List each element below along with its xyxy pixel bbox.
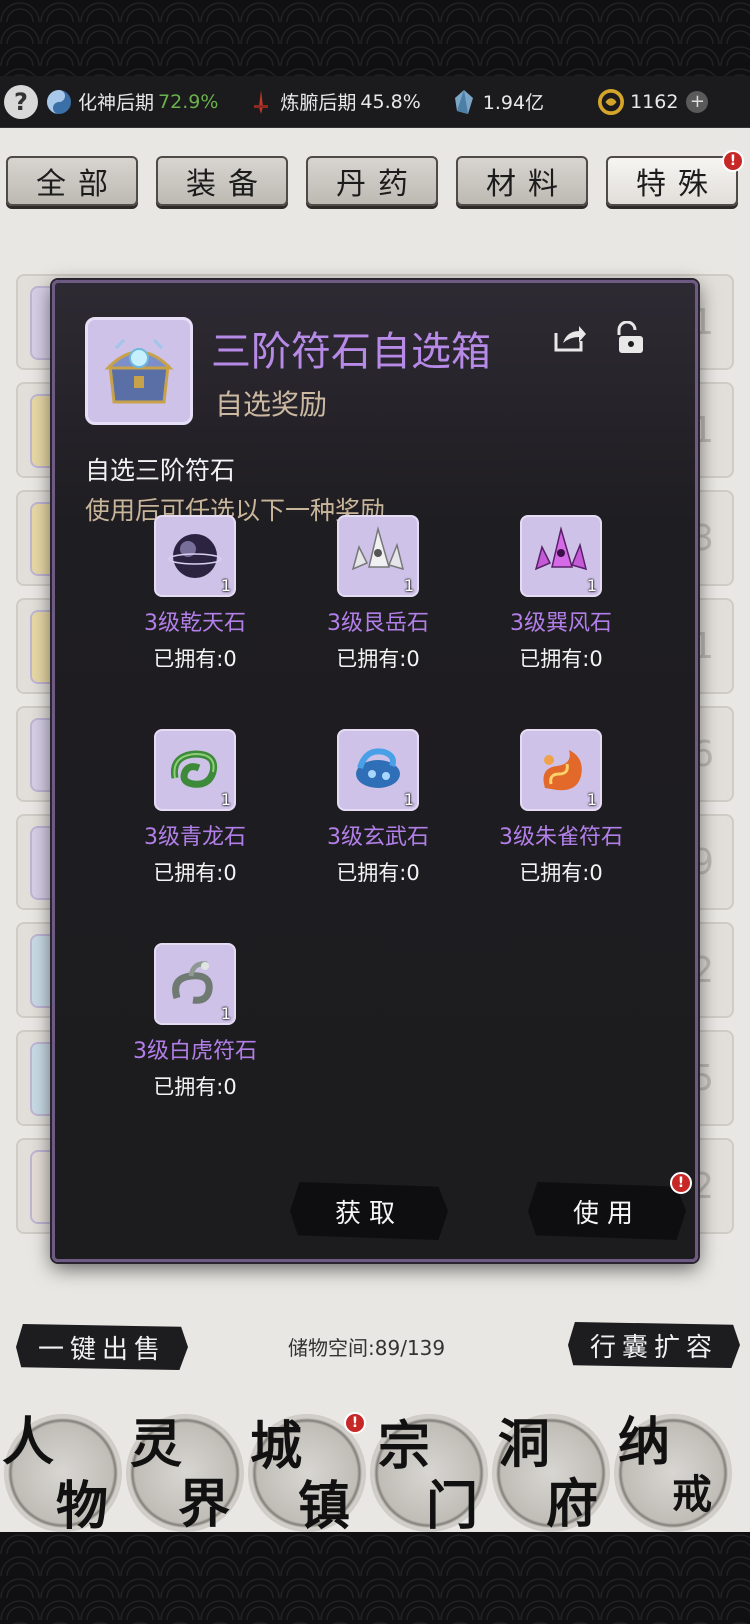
use-button[interactable]: 使用 (528, 1182, 686, 1240)
reward-owned: 已拥有:0 (153, 647, 237, 671)
reward-name: 3级青龙石 (144, 825, 246, 850)
add-gold-plus-icon[interactable]: + (686, 90, 709, 113)
gold-coin-icon (598, 88, 625, 115)
reward-name: 3级艮岳石 (327, 611, 429, 636)
nav-label-top: 洞 (498, 1414, 551, 1475)
yin-yang-icon (46, 89, 72, 115)
storage-capacity: 储物空间:89/139 (288, 1332, 445, 1361)
realm-progress-1: 化神后期 72.9% (46, 88, 218, 115)
nav-label-bottom: 界 (178, 1474, 231, 1535)
reward-owned: 已拥有:0 (519, 861, 603, 885)
xun-feng-stone-icon: 1 (520, 515, 602, 597)
reward-owned: 已拥有:0 (336, 647, 420, 671)
reward-owned: 已拥有:0 (153, 1075, 237, 1099)
nav-label-top: 人 (2, 1412, 55, 1473)
modal-title: 三阶符石自选箱 (211, 329, 491, 375)
white-tiger-stone-icon: 1 (154, 943, 236, 1025)
unlock-icon[interactable] (613, 320, 645, 359)
reward-option[interactable]: 1 3级乾天石 已拥有:0 (105, 515, 285, 673)
realm-name: 化神后期 (78, 92, 155, 114)
reward-option[interactable]: 1 3级朱雀符石 已拥有:0 (471, 729, 651, 887)
realm-percent: 45.8% (360, 90, 421, 113)
share-icon[interactable] (553, 323, 587, 357)
black-tortoise-stone-icon: 1 (337, 729, 419, 811)
nav-label-bottom: 门 (426, 1476, 479, 1537)
vermilion-bird-stone-icon: 1 (520, 729, 602, 811)
reward-name: 3级巽风石 (510, 611, 612, 636)
qian-tian-stone-icon: 1 (154, 515, 236, 597)
gen-yue-stone-icon: 1 (337, 515, 419, 597)
notification-badge: ! (722, 150, 744, 172)
nav-label-bottom: 镇 (298, 1476, 351, 1537)
inventory-tabs: 全部 装备 丹药 材料 特殊 (6, 156, 738, 206)
treasure-chest-icon (85, 317, 193, 425)
reward-name: 3级乾天石 (144, 611, 246, 636)
modal-subtitle: 自选奖励 (215, 388, 328, 421)
nav-label-bottom: 物 (56, 1476, 109, 1537)
azure-dragon-stone-icon: 1 (154, 729, 236, 811)
resource-bar: ? 化神后期 72.9% 炼腑后期 45.8% 1.94亿 1162 + (0, 76, 750, 128)
reward-quantity: 1 (220, 790, 231, 809)
reward-owned: 已拥有:0 (519, 647, 603, 671)
nav-storage-ring[interactable]: 纳 戒 (614, 1412, 732, 1532)
use-button-badge: ! (670, 1172, 692, 1194)
reward-option[interactable]: 1 3级玄武石 已拥有:0 (288, 729, 468, 887)
bottom-decoration (0, 1532, 750, 1624)
bottom-nav: 人 物 灵 界 城 镇 宗 门 洞 府 纳 戒 (0, 1408, 750, 1537)
reward-quantity: 1 (403, 790, 414, 809)
spirit-stone-icon (451, 89, 477, 115)
reward-quantity: 1 (586, 790, 597, 809)
reward-option[interactable]: 1 3级白虎符石 已拥有:0 (105, 943, 285, 1101)
top-decoration (0, 0, 750, 76)
item-detail-modal: 三阶符石自选箱 自选奖励 自选三阶符石 使用后可任选以下一种奖励 1 3级乾天石… (52, 280, 698, 1262)
storage-value: 89/139 (374, 1336, 446, 1360)
reward-quantity: 1 (220, 1004, 231, 1023)
nav-character[interactable]: 人 物 (2, 1412, 122, 1537)
nav-label-top: 灵 (130, 1414, 183, 1475)
spirit-stone-amount: 1.94亿 (451, 88, 544, 115)
item-description: 自选三阶符石 (85, 456, 236, 485)
nav-spirit-realm[interactable]: 灵 界 (126, 1414, 244, 1535)
reward-name: 3级玄武石 (327, 825, 429, 850)
obtain-button[interactable]: 获取 (290, 1182, 448, 1240)
nav-cave-mansion[interactable]: 洞 府 (492, 1414, 610, 1535)
realm-percent: 72.9% (158, 90, 219, 113)
realm-name: 炼腑后期 (280, 92, 357, 114)
nav-label-top: 宗 (378, 1416, 431, 1477)
nav-label-top: 城 (250, 1416, 303, 1477)
sell-all-button[interactable]: 一键出售 (16, 1324, 188, 1370)
realm-progress-2: 炼腑后期 45.8% (248, 88, 421, 115)
spirit-stone-value: 1.94亿 (482, 92, 545, 114)
reward-name: 3级朱雀符石 (499, 825, 623, 850)
nav-sect[interactable]: 宗 门 (370, 1414, 488, 1537)
tab-pills[interactable]: 丹药 (306, 156, 438, 206)
reward-quantity: 1 (586, 576, 597, 595)
gold-amount: 1162 + (598, 88, 709, 115)
tab-all[interactable]: 全部 (6, 156, 138, 206)
nav-town-badge: ! (344, 1412, 366, 1434)
tab-equipment[interactable]: 装备 (156, 156, 288, 206)
gold-value: 1162 (630, 90, 679, 113)
reward-option[interactable]: 1 3级巽风石 已拥有:0 (471, 515, 651, 673)
storage-label: 储物空间: (288, 1336, 375, 1360)
reward-option[interactable]: 1 3级艮岳石 已拥有:0 (288, 515, 468, 673)
nav-label-top: 纳 (618, 1412, 671, 1473)
reward-quantity: 1 (403, 576, 414, 595)
reward-quantity: 1 (220, 576, 231, 595)
nav-label-bottom: 戒 (672, 1471, 712, 1518)
help-icon[interactable]: ? (4, 84, 38, 119)
reward-option[interactable]: 1 3级青龙石 已拥有:0 (105, 729, 285, 887)
reward-owned: 已拥有:0 (336, 861, 420, 885)
sword-icon (248, 89, 274, 115)
nav-label-bottom: 府 (546, 1474, 599, 1535)
reward-owned: 已拥有:0 (153, 861, 237, 885)
expand-bag-button[interactable]: 行囊扩容 (568, 1322, 740, 1368)
tab-special[interactable]: 特殊 (606, 156, 738, 206)
tab-materials[interactable]: 材料 (456, 156, 588, 206)
reward-name: 3级白虎符石 (133, 1039, 257, 1064)
